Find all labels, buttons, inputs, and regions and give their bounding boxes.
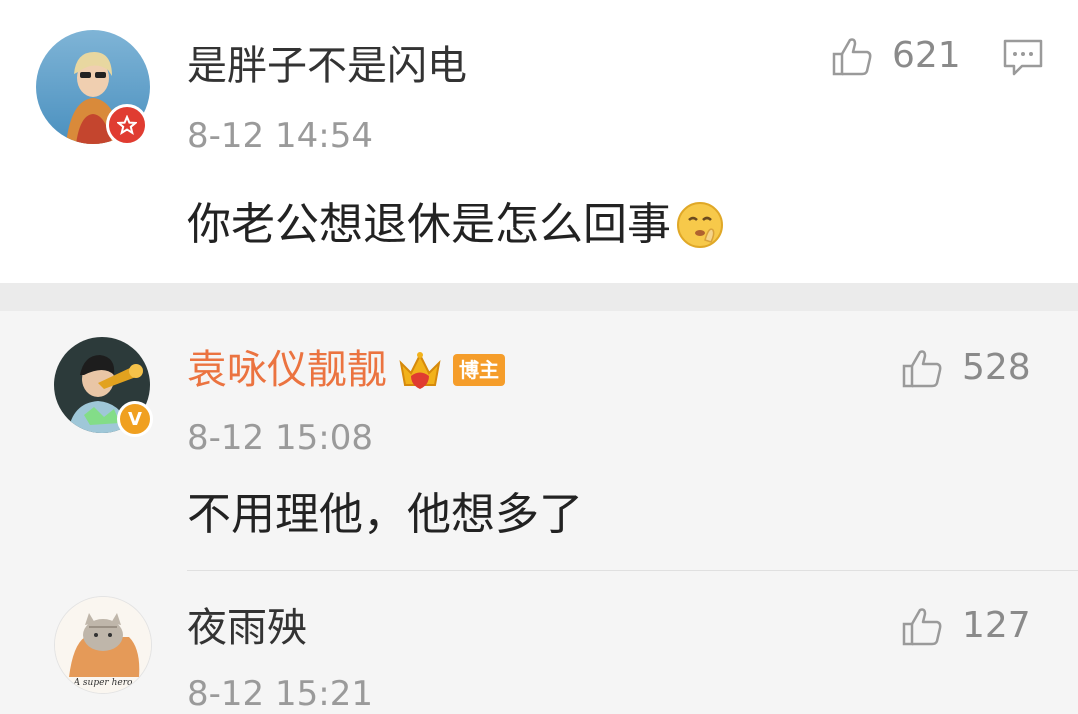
reply-time: 8-12 15:08 (187, 418, 373, 458)
thumbs-up-icon (832, 38, 872, 76)
v-letter-icon: V (128, 408, 142, 430)
star-icon (117, 115, 137, 135)
like-button[interactable]: 621 (830, 34, 961, 78)
comment-bubble-icon (1003, 39, 1043, 76)
crown-vip-icon (399, 352, 441, 389)
section-separator (0, 283, 1078, 311)
like-count: 127 (962, 605, 1031, 646)
like-button[interactable]: 127 (900, 604, 1031, 648)
vip-badge: V (117, 401, 153, 437)
like-button[interactable]: 528 (900, 346, 1031, 390)
shush-emoji-icon (677, 202, 723, 248)
avatar-caption: A super hero (73, 678, 133, 688)
like-count: 621 (892, 35, 961, 76)
comment-username[interactable]: 是胖子不是闪电 (187, 42, 467, 90)
comment-button[interactable] (1002, 38, 1044, 82)
comment-text: 你老公想退休是怎么回事 (187, 198, 725, 252)
avatar[interactable]: A super hero (54, 596, 152, 694)
reply-header: 袁咏仪靓靓 博主 (187, 346, 505, 394)
reply-username[interactable]: 袁咏仪靓靓 (187, 346, 387, 394)
thumbs-up-icon (902, 350, 942, 388)
thumbs-up-icon (902, 608, 942, 646)
blogger-tag: 博主 (453, 354, 505, 386)
reply-username[interactable]: 夜雨殃 (187, 604, 307, 652)
verified-badge (106, 104, 148, 146)
reply-time: 8-12 15:21 (187, 674, 373, 714)
comment-text-body: 你老公想退休是怎么回事 (187, 199, 671, 250)
comment-time: 8-12 14:54 (187, 116, 373, 156)
like-count: 528 (962, 347, 1031, 388)
divider (187, 570, 1078, 571)
reply-text: 不用理他，他想多了 (187, 489, 583, 540)
main-comment: 是胖子不是闪电 8-12 14:54 你老公想退休是怎么回事 621 (0, 0, 1078, 283)
